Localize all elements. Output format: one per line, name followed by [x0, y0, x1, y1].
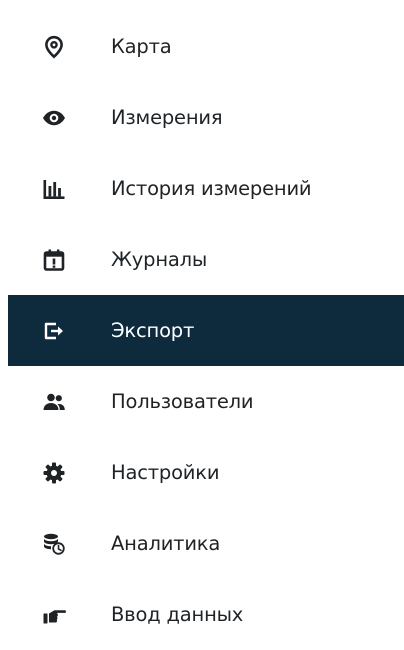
menu-item-logs[interactable]: Журналы	[8, 224, 404, 295]
menu-item-data-entry[interactable]: Ввод данных	[8, 579, 404, 650]
eye-icon	[42, 106, 66, 130]
menu-item-label: Карта	[111, 34, 172, 58]
calendar-alert-icon	[42, 248, 66, 272]
gear-icon	[42, 461, 66, 485]
menu-item-analytics[interactable]: Аналитика	[8, 508, 404, 579]
export-icon	[42, 319, 66, 343]
menu-item-label: Настройки	[111, 460, 220, 484]
menu-item-users[interactable]: Пользователи	[8, 366, 404, 437]
sidebar-menu: Карта Измерения История измерений Журнал…	[8, 11, 404, 650]
menu-item-label: Журналы	[111, 247, 208, 271]
hand-point-icon	[42, 603, 66, 627]
bar-chart-icon	[42, 177, 66, 201]
map-pin-icon	[42, 35, 66, 59]
menu-item-label: Пользователи	[111, 389, 254, 413]
menu-item-label: История измерений	[111, 176, 312, 200]
menu-item-label: Аналитика	[111, 531, 221, 555]
menu-item-label: Ввод данных	[111, 602, 244, 626]
menu-item-label: Измерения	[111, 105, 223, 129]
menu-item-settings[interactable]: Настройки	[8, 437, 404, 508]
menu-item-measurement-history[interactable]: История измерений	[8, 153, 404, 224]
menu-item-measurements[interactable]: Измерения	[8, 82, 404, 153]
menu-item-export[interactable]: Экспорт	[8, 295, 404, 366]
menu-item-label: Экспорт	[111, 318, 195, 342]
users-icon	[42, 390, 66, 414]
menu-item-map[interactable]: Карта	[8, 11, 404, 82]
database-clock-icon	[42, 532, 66, 556]
